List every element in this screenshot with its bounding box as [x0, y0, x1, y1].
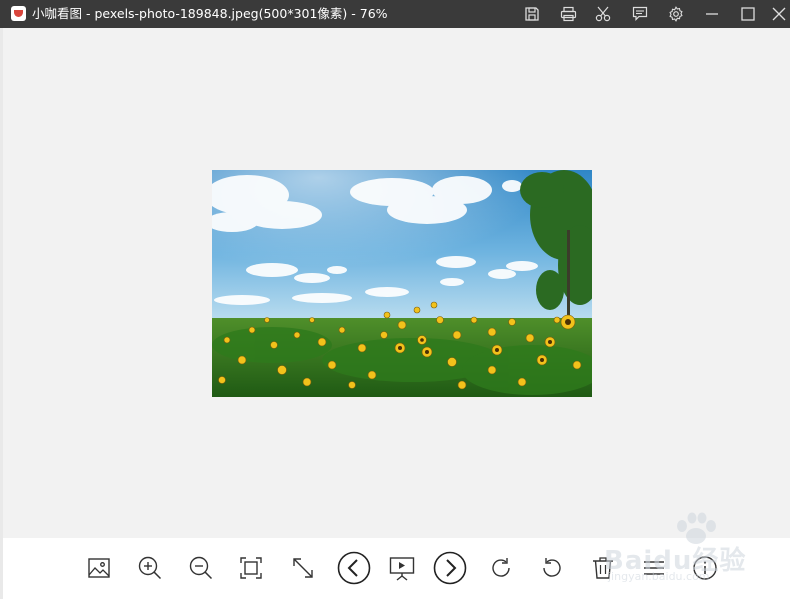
cut-icon: [595, 6, 611, 22]
window-title: 小咖看图 - pexels-photo-189848.jpeg(500*301像…: [32, 6, 388, 21]
zoom-out-icon: [189, 556, 213, 580]
bottom-toolbar: [3, 538, 790, 599]
previous-image-button[interactable]: [336, 550, 372, 586]
settings-icon: [669, 6, 683, 22]
next-image-button[interactable]: [432, 550, 468, 586]
next-icon: [433, 551, 467, 585]
rotate-clockwise-button[interactable]: [483, 550, 519, 586]
sunflower-field-photo[interactable]: [212, 170, 592, 397]
cut-button[interactable]: [586, 0, 620, 28]
close-icon: [772, 7, 786, 21]
minimize-button[interactable]: [695, 0, 729, 28]
save-icon: [525, 7, 539, 21]
fit-icon: [240, 557, 262, 579]
menu-icon: [644, 561, 664, 575]
rotate-counterclockwise-button[interactable]: [534, 550, 570, 586]
title-bar[interactable]: 小咖看图 - pexels-photo-189848.jpeg(500*301像…: [0, 0, 790, 28]
zoom-in-button[interactable]: [132, 550, 168, 586]
zoom-out-button[interactable]: [183, 550, 219, 586]
delete-icon: [593, 557, 613, 579]
actual-size-button[interactable]: [285, 550, 321, 586]
image-icon: [88, 558, 110, 578]
zoom-in-icon: [138, 556, 162, 580]
rotate-cw-icon: [492, 558, 510, 577]
info-icon: [693, 556, 717, 580]
print-icon: [560, 6, 576, 22]
slideshow-button[interactable]: [384, 550, 420, 586]
close-button[interactable]: [762, 0, 790, 28]
rotate-ccw-icon: [543, 558, 561, 577]
slideshow-icon: [389, 557, 415, 581]
open-image-button[interactable]: [81, 550, 117, 586]
photo-image: [212, 170, 592, 397]
print-button[interactable]: [551, 0, 585, 28]
maximize-icon: [741, 7, 755, 21]
menu-button[interactable]: [636, 550, 672, 586]
save-button[interactable]: [515, 0, 549, 28]
delete-button[interactable]: [585, 550, 621, 586]
comment-button[interactable]: [623, 0, 657, 28]
comment-icon: [632, 6, 648, 21]
minimize-icon: [706, 13, 718, 15]
app-logo-icon: [11, 6, 26, 21]
info-button[interactable]: [687, 550, 723, 586]
prev-icon: [337, 551, 371, 585]
settings-button[interactable]: [659, 0, 693, 28]
maximize-button[interactable]: [731, 0, 765, 28]
fit-to-window-button[interactable]: [233, 550, 269, 586]
fullsize-icon: [293, 558, 313, 578]
